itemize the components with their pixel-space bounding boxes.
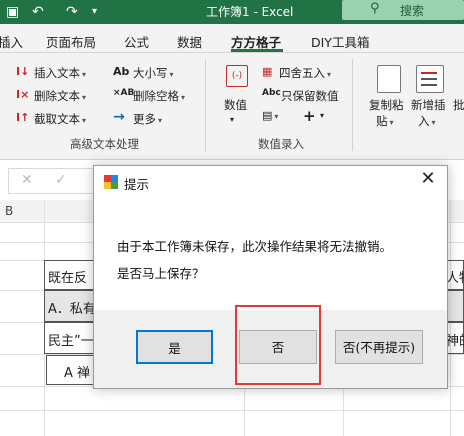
redo-icon[interactable]: ↷ (66, 3, 78, 21)
cell-text: A 禅 (64, 366, 91, 381)
add-insert-line2: 入 (418, 114, 430, 128)
tab-insert[interactable]: 插入 (0, 32, 23, 51)
numeric-icon: (-) (226, 65, 248, 87)
formula-input-area[interactable]: ✕ ✓ (8, 168, 106, 194)
cell-text: 神的 (446, 334, 464, 349)
enter-icon[interactable]: ✓ (55, 172, 67, 188)
no-dont-ask-button[interactable]: 否(不再提示) (335, 330, 423, 364)
batch-button[interactable]: 批 (453, 97, 464, 113)
copy-paste-button[interactable]: 复制粘 (369, 97, 404, 113)
numeric-dropdown-icon[interactable]: ▾ (230, 115, 234, 124)
search-label: 搜索 (400, 4, 425, 18)
ribbon-separator (205, 59, 206, 151)
insert-text-button[interactable]: 插入文本 ▾ (34, 65, 86, 81)
delete-space-label: 删除空格 (133, 89, 179, 103)
dialog-question: 是否马上保存？ (117, 266, 205, 281)
group-label-number: 数值录入 (258, 137, 304, 151)
extract-text-button[interactable]: 截取文本 ▾ (34, 111, 86, 127)
tab-diy-toolbox[interactable]: DIY工具箱 (311, 32, 369, 51)
customize-icon[interactable]: ▾ (92, 3, 97, 21)
cell-text: 民主”一 (48, 334, 94, 349)
plus-button[interactable]: + (303, 107, 316, 125)
add-insert-button[interactable]: 新增插 (411, 97, 446, 113)
cell-text: 人物 (446, 271, 464, 286)
extract-text-label: 截取文本 (34, 112, 80, 126)
more-button[interactable]: 更多 ▾ (133, 111, 162, 127)
group-label-text: 高级文本处理 (70, 137, 139, 151)
window-title: 工作簿1 - Excel (206, 5, 294, 19)
app-icon (104, 175, 118, 189)
more-arrow-icon: → (113, 109, 125, 125)
delete-text-label: 删除文本 (34, 89, 80, 103)
highlight-box (235, 305, 321, 385)
add-insert-icon (416, 65, 444, 93)
grid-line (0, 410, 464, 411)
ribbon: I↓ 插入文本 ▾ I× 删除文本 ▾ I↑ 截取文本 ▾ Ab 大小写 ▾ ×AB 删… (0, 53, 464, 160)
close-icon[interactable]: ✕ (417, 168, 439, 190)
insert-text-icon: I↓ (16, 65, 30, 78)
dialog-message: 由于本工作簿未保存，此次操作结果将无法撤销。 (117, 239, 393, 254)
delete-space-button[interactable]: 删除空格 ▾ (133, 88, 185, 104)
column-header-b[interactable]: B (5, 204, 13, 218)
search-box[interactable]: ⚲ 搜索 (342, 0, 464, 20)
yes-button[interactable]: 是 (136, 330, 213, 364)
tab-page-layout[interactable]: 页面布局 (46, 32, 96, 51)
delete-text-button[interactable]: 删除文本 ▾ (34, 88, 86, 104)
delete-space-icon: ×AB (113, 88, 135, 98)
copy-paste-line2: 贴 (376, 114, 388, 128)
numeric-button[interactable]: 数值 (224, 97, 247, 113)
insert-text-label: 插入文本 (34, 66, 80, 80)
tab-formulas[interactable]: 公式 (124, 32, 149, 51)
undo-icon[interactable]: ↶ (32, 3, 44, 21)
cell-text: 既在反 (48, 271, 88, 286)
more-label: 更多 (133, 112, 156, 126)
keep-numeric-button[interactable]: 只保留数值 (281, 88, 339, 104)
delete-text-icon: I× (16, 88, 30, 101)
add-insert-label-2: 入 ▾ (418, 114, 436, 128)
dialog-title: 提示 (124, 177, 150, 192)
plus-dropdown-icon[interactable]: ▾ (320, 111, 324, 120)
active-tab-indicator (231, 49, 283, 52)
save-icon[interactable]: ▣ (6, 3, 19, 21)
title-bar: ▣ ↶ ↷ ▾ 工作簿1 - Excel ⚲ 搜索 (0, 0, 464, 24)
ribbon-separator (352, 59, 353, 151)
cancel-icon[interactable]: ✕ (21, 172, 33, 188)
extract-text-icon: I↑ (16, 111, 30, 124)
ribbon-tabs: 插入 页面布局 公式 数据 方方格子 DIY工具箱 (0, 24, 464, 53)
case-button[interactable]: 大小写 ▾ (133, 65, 174, 81)
copy-paste-label-2: 贴 ▾ (376, 114, 394, 128)
cell-text: A．私有 (48, 302, 96, 317)
round-button[interactable]: 四舍五入 ▾ (279, 65, 331, 81)
round-icon: ▦ (262, 65, 273, 78)
case-icon: Ab (113, 65, 130, 78)
copy-paste-icon (377, 65, 401, 93)
keep-numeric-icon: Abc (262, 88, 281, 98)
search-icon: ⚲ (370, 1, 380, 16)
tab-data[interactable]: 数据 (177, 32, 202, 51)
format-icon[interactable]: ▤ ▾ (262, 109, 278, 122)
round-label: 四舍五入 (279, 66, 325, 80)
case-label: 大小写 (133, 66, 168, 80)
